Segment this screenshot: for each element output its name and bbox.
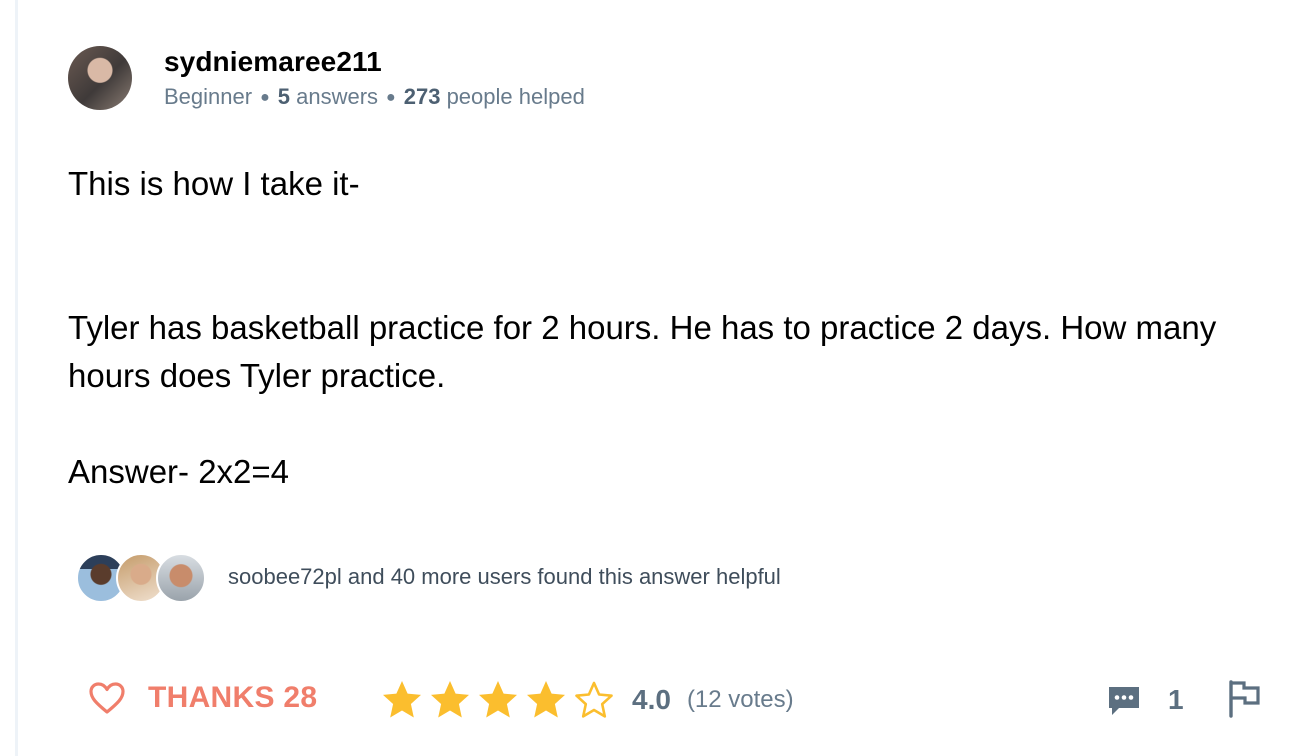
answer-paragraph: This is how I take it-	[68, 165, 360, 202]
heart-outline-icon	[89, 682, 125, 714]
rating-votes: (12 votes)	[686, 686, 794, 713]
answers-count: 5	[277, 84, 290, 109]
answer-paragraph: Answer- 2x2=4	[68, 453, 290, 490]
separator-dot: ●	[386, 89, 396, 106]
thanks-label: THANKS 28	[148, 681, 318, 714]
star-filled-icon[interactable]	[524, 678, 568, 722]
author-rank: Beginner	[164, 84, 253, 109]
author-avatar[interactable]	[68, 46, 132, 110]
rating-value: 4.0	[632, 684, 671, 715]
star-outline-icon[interactable]	[572, 678, 616, 722]
answer-body: This is how I take it- Tyler has basketb…	[68, 160, 1248, 496]
author-stats: Beginner ● 5 answers ● 273 people helped	[164, 84, 585, 110]
comments-button[interactable]: 1	[1106, 680, 1184, 720]
answer-rating: 4.0 (12 votes)	[380, 676, 794, 724]
helped-label: people helped	[446, 84, 585, 109]
comment-bubble-icon	[1109, 687, 1139, 715]
answers-label: answers	[296, 84, 379, 109]
comment-count: 1	[1168, 684, 1184, 715]
star-filled-icon[interactable]	[428, 678, 472, 722]
flag-icon	[1229, 680, 1260, 718]
report-button[interactable]	[1226, 678, 1262, 718]
helped-count: 273	[403, 84, 441, 109]
answer-actions: THANKS 28 4.0 (12 votes) 1	[0, 672, 1308, 728]
helpful-text: soobee72pl and 40 more users found this …	[228, 564, 781, 589]
answer-paragraph: Tyler has basketball practice for 2 hour…	[68, 309, 1217, 394]
star-filled-icon[interactable]	[380, 678, 424, 722]
separator-dot: ●	[260, 89, 270, 106]
thanks-button[interactable]: THANKS 28	[88, 678, 317, 718]
left-border	[15, 0, 18, 756]
helper-avatar[interactable]	[156, 553, 206, 603]
author-name[interactable]: sydniemaree211	[164, 46, 382, 78]
star-filled-icon[interactable]	[476, 678, 520, 722]
helper-avatars	[76, 552, 216, 604]
